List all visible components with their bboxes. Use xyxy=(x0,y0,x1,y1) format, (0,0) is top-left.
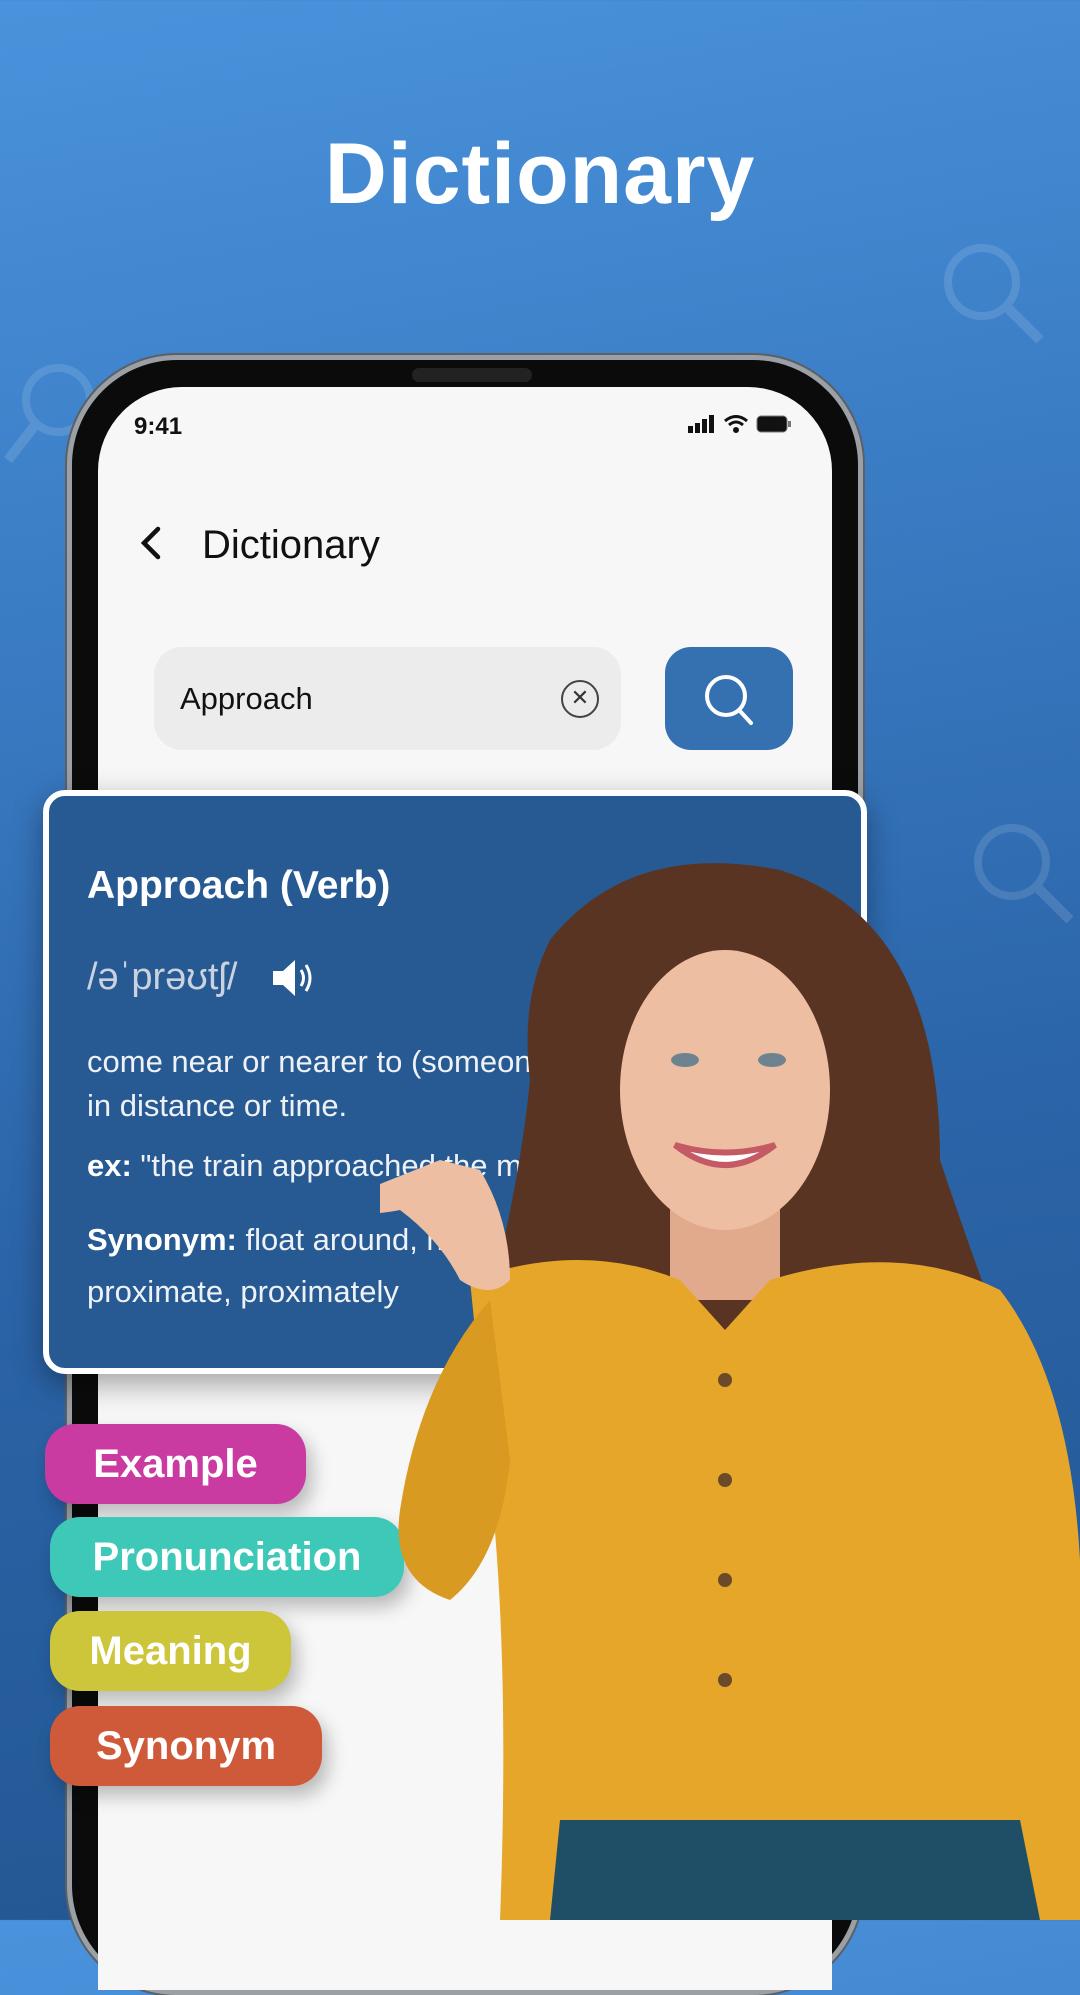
search-button[interactable] xyxy=(665,647,793,750)
status-icons xyxy=(688,415,792,433)
phone-speaker xyxy=(412,368,532,382)
feature-pill-pronunciation: Pronunciation xyxy=(50,1517,404,1597)
status-time: 9:41 xyxy=(134,413,183,440)
search-icon xyxy=(705,674,753,725)
word-title: Approach (Verb) xyxy=(87,864,391,907)
phonetic-text: /əˈprəʊtʃ/ xyxy=(87,956,238,998)
battery-icon xyxy=(756,415,791,433)
clear-icon[interactable]: ✕ xyxy=(561,680,599,718)
back-button[interactable] xyxy=(138,523,162,573)
woman-photo xyxy=(380,863,1080,1920)
signal-icon xyxy=(688,415,714,433)
speaker-icon[interactable] xyxy=(271,958,317,998)
search-input[interactable]: Approach ✕ xyxy=(154,647,621,750)
feature-pill-example: Example xyxy=(45,1424,306,1504)
synonym-label: Synonym: xyxy=(87,1222,237,1257)
search-input-value: Approach xyxy=(180,680,313,716)
example-label: ex: xyxy=(87,1148,132,1183)
pronunciation-row: /əˈprəʊtʃ/ xyxy=(87,956,317,999)
feature-pill-meaning: Meaning xyxy=(50,1611,291,1691)
chevron-left-icon xyxy=(140,526,161,560)
feature-pill-synonym: Synonym xyxy=(50,1706,322,1786)
wifi-icon xyxy=(724,415,748,433)
page-title: Dictionary xyxy=(202,523,380,567)
magnifier-decor-icon xyxy=(944,244,1044,344)
hero-title: Dictionary xyxy=(324,126,756,222)
